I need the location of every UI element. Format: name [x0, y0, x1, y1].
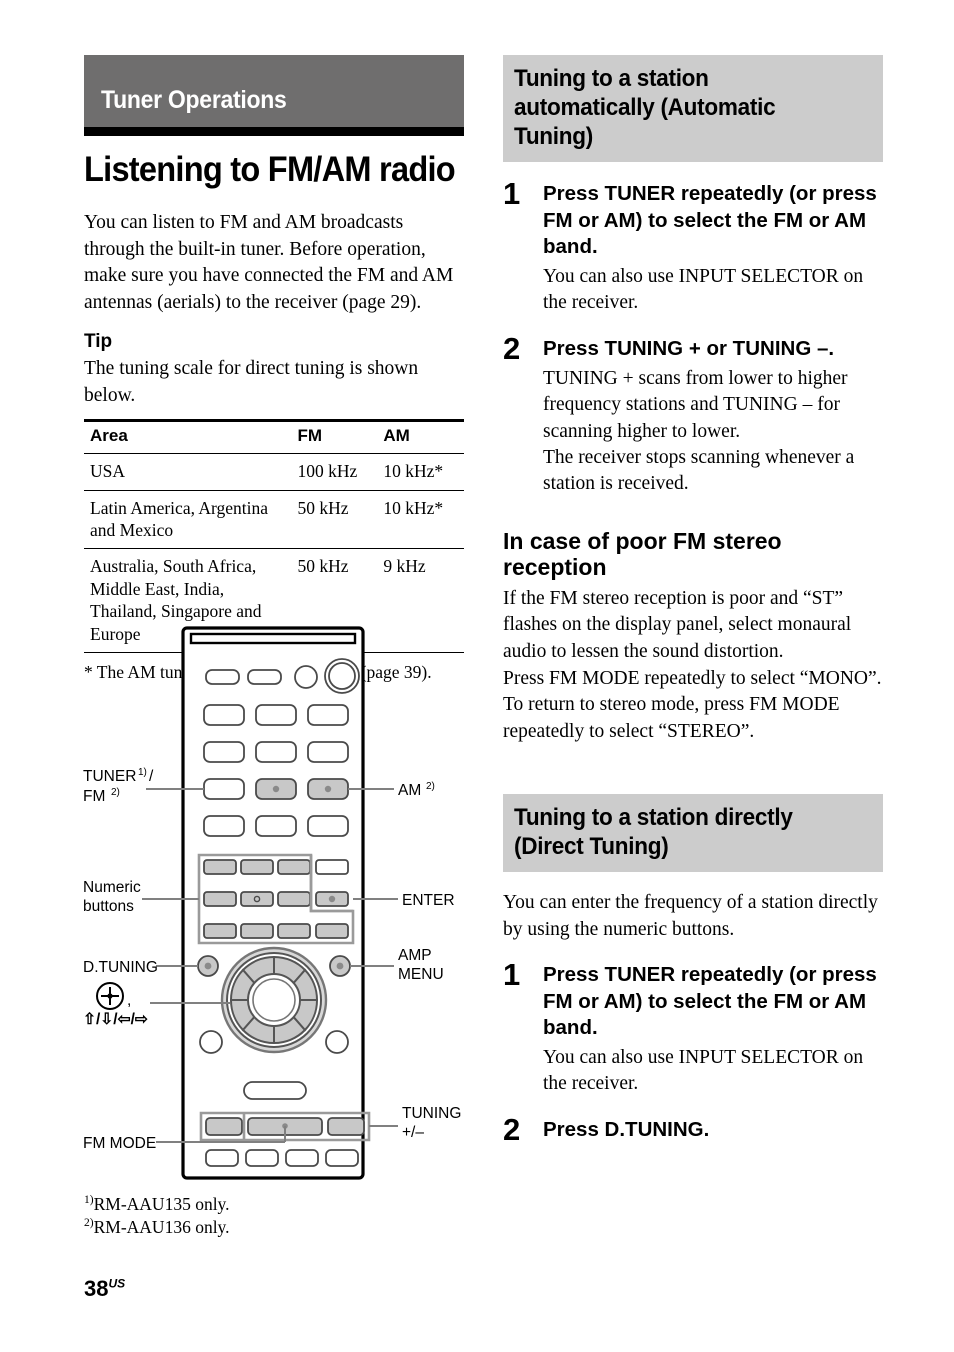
step-content: Press D.TUNING. [543, 1114, 883, 1147]
svg-text:TUNING: TUNING [402, 1105, 461, 1122]
svg-text:2): 2) [111, 787, 120, 798]
cell-fm: 50 kHz [291, 490, 378, 550]
step-number: 2 [503, 330, 521, 366]
heading-line: Tuning) [514, 123, 594, 151]
step-title: Press D.TUNING. [543, 1117, 710, 1141]
step-content: Press TUNER repeatedly (or press FM or A… [543, 178, 883, 316]
footnote-marker: 2) [84, 1217, 94, 1230]
footnote-list: 1)RM-AAU135 only. 2)RM-AAU136 only. [84, 1193, 230, 1239]
svg-text:TUNER: TUNER [83, 768, 136, 785]
heading-line: Tuning to a station [514, 65, 709, 92]
remote-control-diagram: .bdy{fill:#fff;stroke:#000;stroke-width:… [78, 618, 478, 1188]
section-heading-direct-tuning: Tuning to a station directly (Direct Tun… [503, 793, 883, 873]
heading-line: automatically (Automatic [514, 94, 776, 122]
label-tuner-fm: TUNER 1) / FM 2) [83, 767, 154, 805]
page-title: Listening to FM/AM radio [84, 150, 456, 189]
step-title: Press TUNER repeatedly (or press FM or A… [543, 963, 877, 1039]
cell-area: USA [84, 453, 292, 491]
heading-line: reception [503, 553, 607, 580]
label-numeric-buttons: Numeric buttons [83, 879, 141, 915]
svg-text:/: / [149, 768, 154, 785]
page-number: 38US [84, 1276, 125, 1302]
label-tuning: TUNING +/– [402, 1105, 461, 1141]
step-title: Press TUNER repeatedly (or press FM or A… [543, 182, 877, 258]
tip-heading: Tip [84, 330, 113, 352]
table-header-row: Area FM AM [84, 419, 464, 455]
tip-text: The tuning scale for direct tuning is sh… [84, 357, 419, 406]
step-description: TUNING + scans from lower to higher freq… [543, 367, 855, 495]
cell-am: 10 kHz* [377, 490, 464, 550]
heading-line: (Direct Tuning) [514, 832, 669, 860]
section-heading-automatic-tuning: Tuning to a station automatically (Autom… [503, 55, 883, 163]
subsection-text: If the FM stereo reception is poor and “… [503, 587, 882, 743]
manual-page: Tuner Operations Listening to FM/AM radi… [0, 0, 954, 1352]
svg-text:AMP: AMP [398, 947, 432, 964]
label-enter: ENTER [402, 892, 455, 909]
footnote-marker: 1) [84, 1194, 94, 1207]
banner-rule [84, 127, 464, 136]
svg-text:2): 2) [426, 781, 435, 792]
chapter-banner: Tuner Operations [84, 55, 464, 127]
heading-line: Tuning to a station directly [514, 803, 793, 831]
svg-text:,: , [127, 992, 131, 1009]
intro-paragraph: You can listen to FM and AM broadcasts t… [84, 212, 454, 314]
label-fm-mode: FM MODE [83, 1135, 156, 1152]
label-amp-menu: AMP MENU [398, 947, 444, 983]
step-content: Press TUNER repeatedly (or press FM or A… [543, 959, 883, 1097]
heading-line: In case of poor FM stereo [503, 527, 782, 554]
step-number: 1 [503, 957, 521, 993]
step-number: 2 [503, 1111, 521, 1147]
svg-text:Numeric: Numeric [83, 879, 141, 896]
step-item: 1 Press TUNER repeatedly (or press FM or… [503, 178, 883, 316]
table-row: Latin America, Argentina and Mexico 50 k… [84, 490, 464, 550]
left-column: Tuner Operations Listening to FM/AM radi… [84, 55, 464, 683]
column-header-fm: FM [291, 419, 378, 455]
step-item: 2 Press TUNING + or TUNING –. TUNING + s… [503, 333, 883, 498]
svg-text:MENU: MENU [398, 966, 444, 983]
step-number: 1 [503, 176, 521, 212]
footnote-text: RM-AAU135 only. [93, 1194, 230, 1214]
page-number-suffix: US [108, 1276, 126, 1291]
chapter-banner-title: Tuner Operations [101, 86, 287, 114]
footnote-text: RM-AAU136 only. [93, 1217, 230, 1238]
subsection-heading-poor-fm-reception: In case of poor FM stereo reception [503, 528, 883, 580]
page-number-value: 38 [84, 1276, 109, 1301]
svg-text:FM: FM [83, 788, 105, 805]
label-d-tuning: D.TUNING [83, 959, 158, 976]
step-content: Press TUNING + or TUNING –. TUNING + sca… [543, 333, 883, 498]
step-item: 1 Press TUNER repeatedly (or press FM or… [503, 959, 883, 1097]
svg-text:1): 1) [138, 767, 147, 778]
right-column: Tuning to a station automatically (Autom… [503, 55, 883, 1147]
svg-text:+/–: +/– [402, 1124, 424, 1141]
cell-am: 10 kHz* [377, 453, 464, 491]
step-title: Press TUNING + or TUNING –. [543, 336, 835, 360]
svg-text:buttons: buttons [83, 898, 134, 915]
svg-text:⇧/⇩/⇦/⇨: ⇧/⇩/⇦/⇨ [83, 1011, 149, 1028]
footnote-item: 1)RM-AAU135 only. [84, 1193, 230, 1216]
column-header-am: AM [377, 419, 464, 455]
section2-intro: You can enter the frequency of a station… [503, 892, 878, 940]
step-description: You can also use INPUT SELECTOR on the r… [543, 1047, 864, 1095]
footnote-item: 2)RM-AAU136 only. [84, 1216, 230, 1239]
column-header-area: Area [84, 419, 292, 455]
label-am: AM 2) [398, 781, 435, 799]
label-cursor: , ⇧/⇩/⇦/⇨ [83, 982, 149, 1028]
svg-text:AM: AM [398, 782, 421, 799]
cell-fm: 100 kHz [291, 453, 378, 491]
step-item: 2 Press D.TUNING. [503, 1114, 883, 1147]
cell-area: Latin America, Argentina and Mexico [84, 490, 292, 550]
table-row: USA 100 kHz 10 kHz* [84, 453, 464, 491]
step-description: You can also use INPUT SELECTOR on the r… [543, 266, 864, 314]
